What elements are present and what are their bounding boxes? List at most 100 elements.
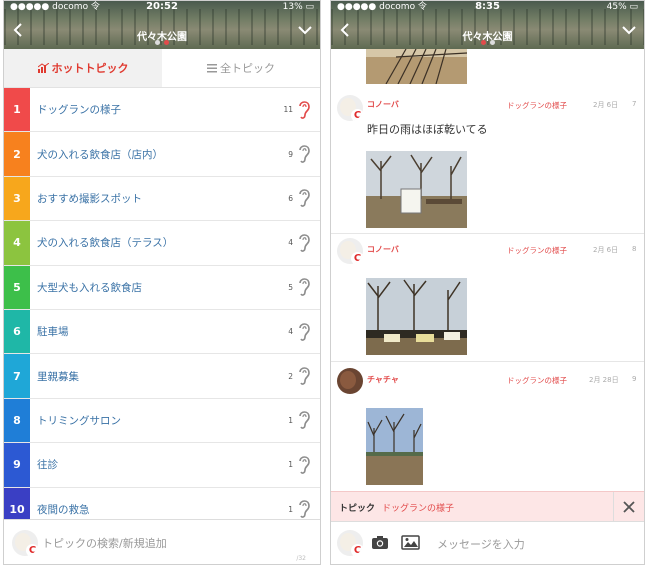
topic-rank-badge: 1	[4, 88, 30, 132]
message-topic-link[interactable]: ドッグランの様子	[507, 375, 567, 386]
topic-search-input[interactable]: トピックの検索/新規追加	[42, 535, 167, 551]
ear-listen-icon[interactable]	[296, 98, 312, 122]
topic-chat-screen: ●●●●● docomo 令 8:35 45% ▭ 代々木公園 C コノーバ ド…	[330, 0, 645, 565]
topic-message-count: 4	[288, 238, 293, 248]
topic-row[interactable]: 7 里親募集 2	[4, 354, 320, 399]
ear-listen-icon[interactable]	[296, 186, 312, 210]
park-trees-photo-image	[366, 408, 423, 485]
message-topic-link[interactable]: ドッグランの様子	[507, 100, 567, 111]
topic-name[interactable]: おすすめ撮影スポット	[30, 191, 279, 206]
selected-topic-bar: トピック ドッグランの様子	[331, 491, 644, 521]
park-header: ●●●●● docomo 令 20:52 13% ▭ 代々木公園	[4, 1, 320, 49]
topic-bar-value[interactable]: ドッグランの様子	[382, 501, 454, 514]
topic-name[interactable]: 駐車場	[30, 324, 279, 339]
topic-message-count: 6	[288, 193, 293, 203]
ear-listen-icon[interactable]	[296, 275, 312, 299]
topic-tabs: ホットトピック 全トピック	[4, 49, 320, 88]
message-date: 2月 28日	[589, 376, 619, 384]
topic-message-count: 5	[288, 282, 293, 292]
close-icon	[623, 500, 635, 513]
close-topic-button[interactable]	[613, 492, 644, 521]
clock: 8:35	[475, 1, 500, 12]
app-badge-icon: C	[351, 544, 363, 556]
chevron-down-icon[interactable]	[620, 21, 638, 39]
topic-name[interactable]: 往診	[30, 457, 279, 472]
topic-search-bar: C トピックの検索/新規追加 /32	[4, 519, 320, 564]
message-number: 7	[632, 100, 637, 108]
topic-name[interactable]: ドッグランの様子	[30, 102, 279, 117]
image-gallery-icon[interactable]	[401, 535, 420, 550]
topic-name[interactable]: 里親募集	[30, 369, 279, 384]
message-input[interactable]: メッセージを入力	[437, 536, 525, 552]
message-topic-link[interactable]: ドッグランの様子	[507, 245, 567, 256]
ear-listen-icon[interactable]	[296, 497, 312, 521]
chat-message: C コノーバ ドッグランの様子 2月 6日 7 昨日の雨はほぼ乾いてる	[331, 85, 644, 234]
topic-row[interactable]: 3 おすすめ撮影スポット 6	[4, 176, 320, 222]
page-indicator	[331, 40, 644, 45]
topic-message-count: 1	[288, 460, 293, 470]
page-counter: /32	[296, 555, 306, 562]
message-author[interactable]: チャチャ	[367, 374, 399, 385]
dog-run-fence-photo-image	[366, 278, 467, 355]
topic-name[interactable]: 犬の入れる飲食店（店内）	[30, 147, 279, 162]
page-dot-active	[480, 40, 486, 45]
user-avatar[interactable]: C	[337, 95, 363, 121]
topic-rank-badge: 7	[4, 354, 30, 398]
message-photo[interactable]	[366, 151, 467, 228]
fence-photo-image	[366, 49, 467, 84]
user-avatar[interactable]: C	[12, 530, 38, 556]
message-photo[interactable]	[366, 278, 467, 355]
message-author[interactable]: コノーバ	[367, 99, 399, 110]
tab-all-topics[interactable]: 全トピック	[162, 49, 320, 87]
topic-row[interactable]: 1 ドッグランの様子 11	[4, 88, 320, 133]
topic-name[interactable]: 夜間の救急	[30, 502, 279, 517]
message-photo[interactable]	[366, 408, 423, 485]
topic-message-count: 11	[283, 105, 293, 115]
topic-rank-badge: 3	[4, 176, 30, 221]
message-number: 9	[632, 375, 637, 383]
topic-row[interactable]: 9 往診 1	[4, 443, 320, 488]
camera-icon[interactable]	[371, 535, 389, 550]
message-number: 8	[632, 245, 637, 253]
topic-row[interactable]: 8 トリミングサロン 1	[4, 398, 320, 444]
message-photo[interactable]	[366, 49, 467, 84]
topic-message-count: 1	[288, 415, 293, 425]
ear-listen-icon[interactable]	[296, 453, 312, 477]
status-bar: ●●●●● docomo 令 8:35 45% ▭	[331, 1, 644, 13]
topic-rank-badge: 6	[4, 309, 30, 354]
topic-rank-badge: 2	[4, 132, 30, 176]
message-input-bar: C メッセージを入力	[331, 521, 644, 564]
topic-row[interactable]: 4 犬の入れる飲食店（テラス） 4	[4, 221, 320, 266]
ear-listen-icon[interactable]	[296, 320, 312, 344]
app-badge-icon: C	[351, 252, 363, 264]
page-dot	[155, 40, 160, 45]
tab-hot-topics[interactable]: ホットトピック	[4, 49, 162, 87]
ear-listen-icon[interactable]	[296, 364, 312, 388]
topic-name[interactable]: トリミングサロン	[30, 413, 279, 428]
battery-indicator: 45% ▭	[606, 2, 638, 12]
ear-listen-icon[interactable]	[296, 142, 312, 166]
topic-message-count: 9	[288, 149, 293, 159]
topic-rank-badge: 5	[4, 265, 30, 309]
topic-message-count: 4	[288, 327, 293, 337]
topic-row[interactable]: 5 大型犬も入れる飲食店 5	[4, 265, 320, 310]
user-avatar[interactable]	[337, 368, 363, 394]
chevron-down-icon[interactable]	[296, 21, 314, 39]
user-avatar[interactable]: C	[337, 238, 363, 264]
app-badge-icon: C	[351, 109, 363, 121]
ear-listen-icon[interactable]	[296, 231, 312, 255]
topic-name[interactable]: 犬の入れる飲食店（テラス）	[30, 235, 279, 250]
message-date: 2月 6日	[593, 101, 619, 109]
tab-all-label: 全トピック	[220, 62, 275, 75]
topic-list: 1 ドッグランの様子 11 2 犬の入れる飲食店（店内） 9 3 おすすめ撮影ス…	[4, 88, 320, 532]
user-avatar[interactable]: C	[337, 530, 363, 556]
topic-list-screen: ●●●●● docomo 令 20:52 13% ▭ 代々木公園 ホットトピック…	[3, 0, 321, 565]
ear-listen-icon[interactable]	[296, 408, 312, 432]
topic-row[interactable]: 6 駐車場 4	[4, 309, 320, 355]
chat-message: C コノーバ ドッグランの様子 2月 6日 8	[331, 234, 644, 362]
topic-row[interactable]: 2 犬の入れる飲食店（店内） 9	[4, 132, 320, 177]
app-badge-icon: C	[26, 544, 38, 556]
topic-rank-badge: 8	[4, 398, 30, 443]
topic-name[interactable]: 大型犬も入れる飲食店	[30, 280, 279, 295]
message-author[interactable]: コノーバ	[367, 244, 399, 255]
